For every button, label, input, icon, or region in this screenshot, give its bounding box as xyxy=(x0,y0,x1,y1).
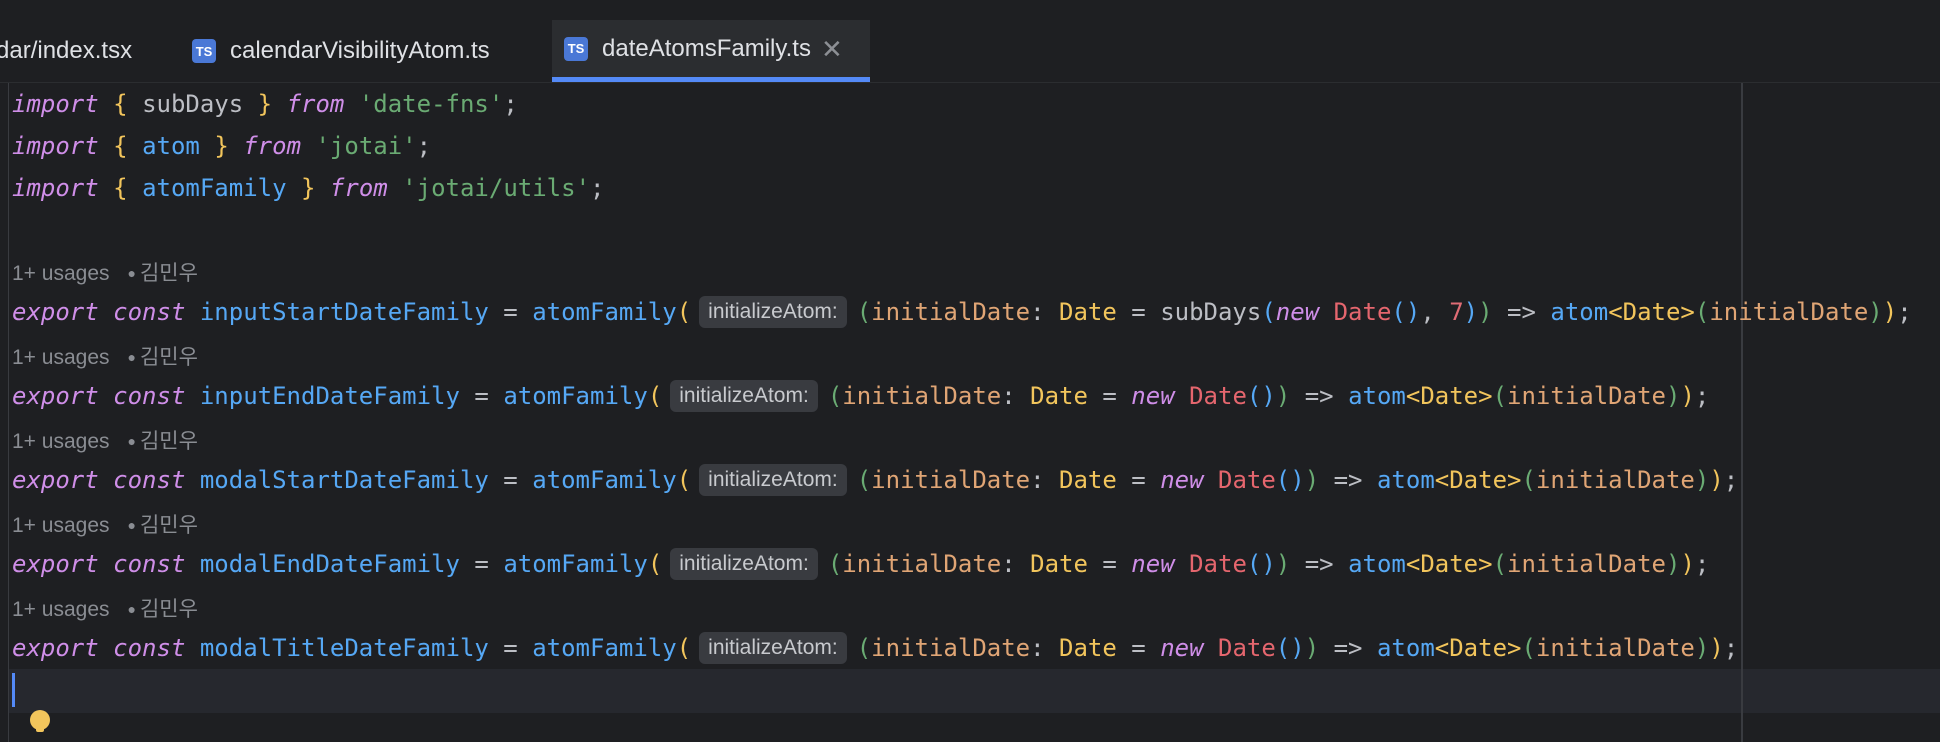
close-icon[interactable]: ✕ xyxy=(821,36,843,62)
code-vision-hint[interactable]: 1+ usages ● 김민우 xyxy=(12,423,198,459)
code-editor[interactable]: import { subDays } from 'date-fns'; impo… xyxy=(0,83,1940,742)
tab-label: dar/index.tsx xyxy=(0,37,133,64)
title-bar xyxy=(0,0,1940,21)
person-icon: ● xyxy=(127,349,136,365)
inlay-parameter-hint: initializeAtom: xyxy=(699,632,847,664)
code-line-declaration[interactable]: export const modalEndDateFamily = atomFa… xyxy=(12,543,1709,585)
current-line-highlight xyxy=(9,669,1940,713)
typescript-file-icon: TS xyxy=(192,39,216,63)
person-icon: ● xyxy=(127,517,136,533)
inlay-parameter-hint: initializeAtom: xyxy=(699,296,847,328)
tab-date-atoms-family[interactable]: TS dateAtomsFamily.ts ✕ xyxy=(552,20,870,82)
tab-label: dateAtomsFamily.ts xyxy=(602,34,811,62)
code-vision-hint[interactable]: 1+ usages ● 김민우 xyxy=(12,255,198,291)
code-line-import-2[interactable]: import { atom } from 'jotai'; xyxy=(12,125,431,167)
gutter-divider xyxy=(8,83,9,742)
lightbulb-icon[interactable] xyxy=(30,710,50,732)
typescript-file-icon: TS xyxy=(564,36,588,61)
tab-index-tsx[interactable]: dar/index.tsx xyxy=(0,20,132,82)
inlay-parameter-hint: initializeAtom: xyxy=(670,380,818,412)
person-icon: ● xyxy=(127,265,136,281)
text-caret xyxy=(12,673,15,707)
right-margin-guide xyxy=(1741,83,1743,742)
person-icon: ● xyxy=(127,601,136,617)
inlay-parameter-hint: initializeAtom: xyxy=(699,464,847,496)
code-line-declaration[interactable]: export const modalTitleDateFamily = atom… xyxy=(12,627,1738,669)
code-vision-hint[interactable]: 1+ usages ● 김민우 xyxy=(12,591,198,627)
tab-label: calendarVisibilityAtom.ts xyxy=(230,37,490,64)
tab-calendar-visibility-atom[interactable]: TS calendarVisibilityAtom.ts xyxy=(192,20,490,82)
code-line-import-1[interactable]: import { subDays } from 'date-fns'; xyxy=(12,83,518,125)
code-line-declaration[interactable]: export const inputStartDateFamily = atom… xyxy=(12,291,1912,333)
code-vision-hint[interactable]: 1+ usages ● 김민우 xyxy=(12,339,198,375)
inlay-parameter-hint: initializeAtom: xyxy=(670,548,818,580)
code-line-import-3[interactable]: import { atomFamily } from 'jotai/utils'… xyxy=(12,167,604,209)
code-vision-hint[interactable]: 1+ usages ● 김민우 xyxy=(12,507,198,543)
editor-tab-bar: dar/index.tsx TS calendarVisibilityAtom.… xyxy=(0,20,1940,83)
code-line-declaration[interactable]: export const modalStartDateFamily = atom… xyxy=(12,459,1738,501)
person-icon: ● xyxy=(127,433,136,449)
code-line-declaration[interactable]: export const inputEndDateFamily = atomFa… xyxy=(12,375,1709,417)
